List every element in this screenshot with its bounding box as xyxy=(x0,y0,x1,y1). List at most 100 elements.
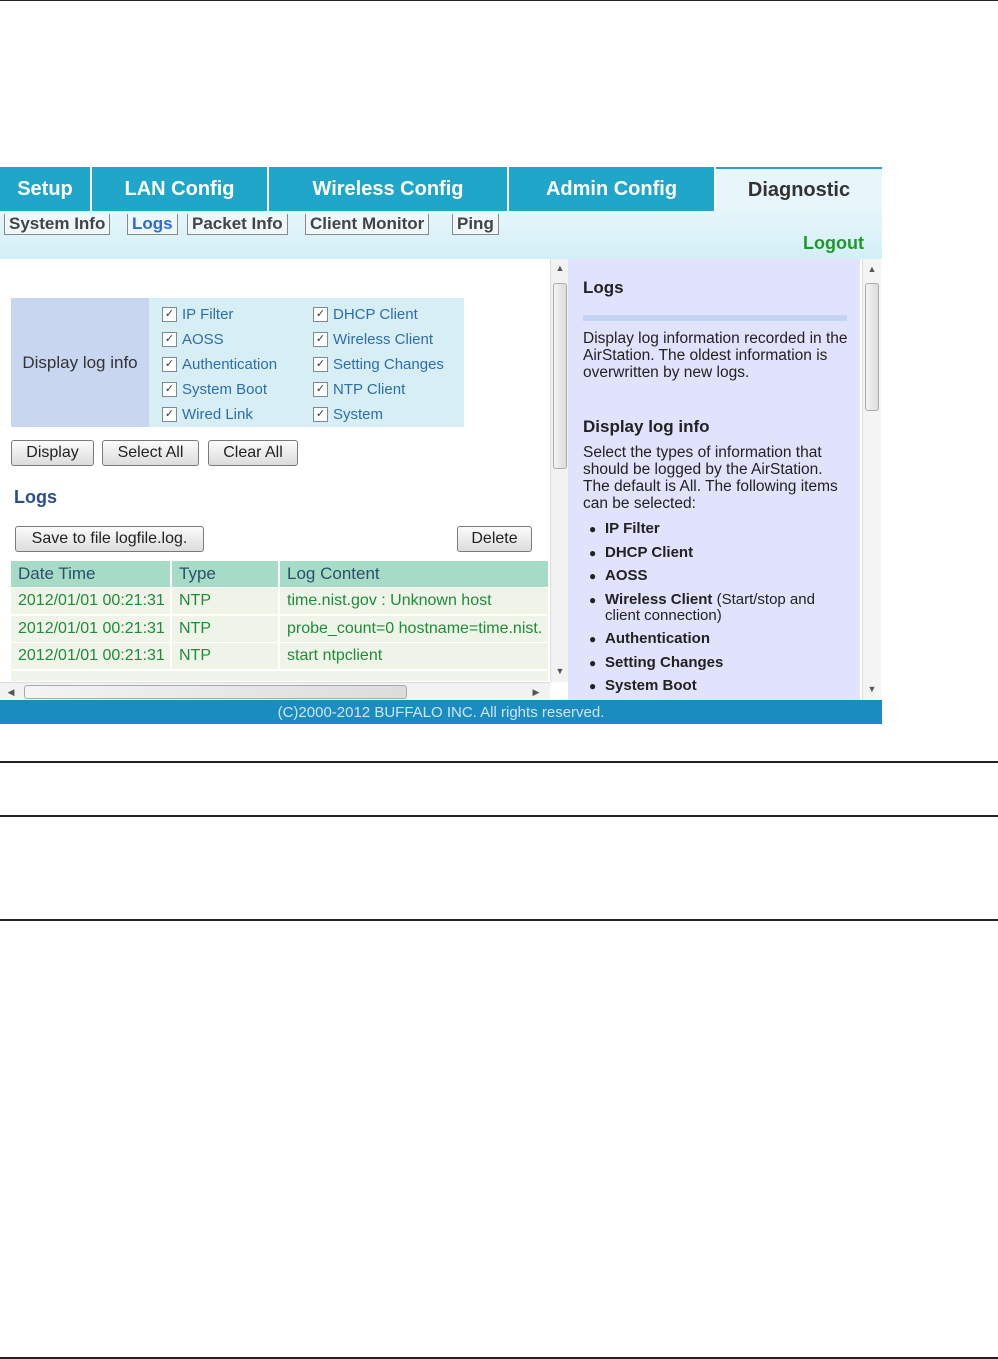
logs-horizontal-scrollbar[interactable]: ◀ ▶ xyxy=(0,682,550,701)
checkbox-ntp-client[interactable]: ✓ NTP Client xyxy=(313,381,405,398)
table-cell-content: probe_count=0 hostname=time.nist. xyxy=(280,616,548,642)
delete-button[interactable]: Delete xyxy=(457,526,532,552)
table-cell-type: NTP xyxy=(172,616,280,642)
checkmark-icon: ✓ xyxy=(162,307,177,322)
help-item-desc: (Start/stop and xyxy=(712,591,815,608)
list-item: ● Wireless Client (Start/stop and xyxy=(589,591,815,608)
checkbox-label: Wireless Client xyxy=(333,331,434,348)
main-tab-bar: Setup LAN Config Wireless Config Admin C… xyxy=(0,167,882,211)
checkmark-icon: ✓ xyxy=(162,357,177,372)
table-cell-content: start ntpclient xyxy=(280,643,548,669)
checkmark-icon: ✓ xyxy=(313,357,328,372)
checkbox-label: System Boot xyxy=(182,381,268,398)
help-item-name: Authentication xyxy=(605,630,710,647)
display-log-info-label: Display log info xyxy=(11,298,149,427)
checkbox-setting-changes[interactable]: ✓ Setting Changes xyxy=(313,356,444,373)
help-item-name: IP Filter xyxy=(605,520,660,537)
save-logfile-button[interactable]: Save to file logfile.log. xyxy=(15,526,204,552)
table-cell-type: NTP xyxy=(172,643,280,669)
logs-panel: Display log info ✓ IP Filter ✓ DHCP Client… xyxy=(0,259,550,682)
tab-diagnostic[interactable]: Diagnostic xyxy=(716,167,882,211)
help-section-title: Display log info xyxy=(583,417,710,436)
header-date-time: Date Time xyxy=(11,561,172,587)
table-cell-datetime: 2012/01/01 00:21:31 xyxy=(11,588,172,614)
checkbox-label: DHCP Client xyxy=(333,306,418,323)
scrollbar-thumb[interactable] xyxy=(553,283,567,469)
list-item: ● Setting Changes xyxy=(589,654,724,671)
help-item-name: Wireless Client xyxy=(605,591,713,608)
checkmark-icon: ✓ xyxy=(313,407,328,422)
help-title: Logs xyxy=(583,278,624,297)
checkbox-wireless-client[interactable]: ✓ Wireless Client xyxy=(313,331,433,348)
checkbox-system-boot[interactable]: ✓ System Boot xyxy=(162,381,267,398)
checkmark-icon: ✓ xyxy=(162,407,177,422)
tab-wireless-config[interactable]: Wireless Config xyxy=(269,167,509,211)
arrow-left-icon[interactable]: ◀ xyxy=(2,685,20,699)
logs-heading: Logs xyxy=(14,487,57,507)
clear-all-button[interactable]: Clear All xyxy=(208,440,298,466)
copyright-footer: (C)2000-2012 BUFFALO INC. All rights res… xyxy=(0,700,882,724)
checkbox-authentication[interactable]: ✓ Authentication xyxy=(162,356,277,373)
arrow-down-icon[interactable]: ▼ xyxy=(863,682,881,696)
checkbox-system[interactable]: ✓ System xyxy=(313,406,383,423)
divider-rule xyxy=(0,815,998,817)
arrow-down-icon[interactable]: ▼ xyxy=(551,664,569,678)
arrow-right-icon[interactable]: ▶ xyxy=(527,685,545,699)
help-item-name: AOSS xyxy=(605,567,648,584)
checkbox-ip-filter[interactable]: ✓ IP Filter xyxy=(162,306,233,323)
checkmark-icon: ✓ xyxy=(162,332,177,347)
checkbox-label: System xyxy=(333,406,384,423)
help-item-name: Setting Changes xyxy=(605,654,724,671)
display-log-info-group: Display log info ✓ IP Filter ✓ DHCP Client… xyxy=(11,298,464,427)
log-type-checkboxes: ✓ IP Filter ✓ DHCP Client ✓ AOSS ✓ Wireless … xyxy=(149,298,464,427)
header-type: Type xyxy=(172,561,280,587)
tab-admin-config[interactable]: Admin Config xyxy=(509,167,716,211)
table-row-partial xyxy=(11,671,548,681)
scrollbar-thumb[interactable] xyxy=(865,283,879,411)
logs-vertical-scrollbar[interactable]: ▲ ▼ xyxy=(550,259,569,682)
list-item: ● AOSS xyxy=(589,567,648,584)
arrow-up-icon[interactable]: ▲ xyxy=(551,261,569,275)
checkbox-aoss[interactable]: ✓ AOSS xyxy=(162,331,224,348)
checkbox-label: Setting Changes xyxy=(333,356,444,373)
sub-tab-bar: System Info Logs Packet Info Client Moni… xyxy=(0,211,882,259)
checkmark-icon: ✓ xyxy=(313,307,328,322)
help-vertical-scrollbar[interactable]: ▲ ▼ xyxy=(862,259,881,700)
checkmark-icon: ✓ xyxy=(162,382,177,397)
checkbox-label: Authentication xyxy=(182,356,278,373)
help-divider xyxy=(583,315,847,321)
subtab-system-info[interactable]: System Info xyxy=(4,214,111,235)
tab-lan-config[interactable]: LAN Config xyxy=(92,167,269,211)
table-cell-datetime: 2012/01/01 00:21:31 xyxy=(11,643,172,669)
checkmark-icon: ✓ xyxy=(313,382,328,397)
subtab-logs[interactable]: Logs xyxy=(127,214,178,235)
display-button[interactable]: Display xyxy=(11,440,94,466)
help-item-name: DHCP Client xyxy=(605,544,694,561)
help-section-text: Select the types of information that sho… xyxy=(583,444,838,512)
help-panel: Logs Display log information recorded in… xyxy=(568,259,860,700)
select-all-button[interactable]: Select All xyxy=(102,440,199,466)
table-cell-datetime: 2012/01/01 00:21:31 xyxy=(11,616,172,642)
arrow-up-icon[interactable]: ▲ xyxy=(863,262,881,276)
header-log-content: Log Content xyxy=(280,561,548,587)
checkbox-dhcp-client[interactable]: ✓ DHCP Client xyxy=(313,306,418,323)
subtab-client-monitor[interactable]: Client Monitor xyxy=(305,214,430,235)
subtab-packet-info[interactable]: Packet Info xyxy=(187,214,288,235)
checkbox-label: NTP Client xyxy=(333,381,406,398)
checkbox-label: Wired Link xyxy=(182,406,253,423)
scrollbar-thumb[interactable] xyxy=(24,685,407,699)
list-item: ● IP Filter xyxy=(589,520,660,537)
tab-setup[interactable]: Setup xyxy=(0,167,92,211)
list-item-continuation: client connection) xyxy=(605,608,722,624)
subtab-ping[interactable]: Ping xyxy=(452,214,499,235)
table-cell-content: time.nist.gov : Unknown host xyxy=(280,588,548,614)
checkmark-icon: ✓ xyxy=(313,332,328,347)
help-intro: Display log information recorded in the … xyxy=(583,330,848,381)
list-item: ● Authentication xyxy=(589,630,710,647)
list-item: ● System Boot xyxy=(589,677,697,694)
checkbox-label: IP Filter xyxy=(182,306,234,323)
help-item-desc: client connection) xyxy=(605,607,722,624)
logout-link[interactable]: Logout xyxy=(803,233,864,254)
checkbox-wired-link[interactable]: ✓ Wired Link xyxy=(162,406,253,423)
divider-rule xyxy=(0,761,998,763)
